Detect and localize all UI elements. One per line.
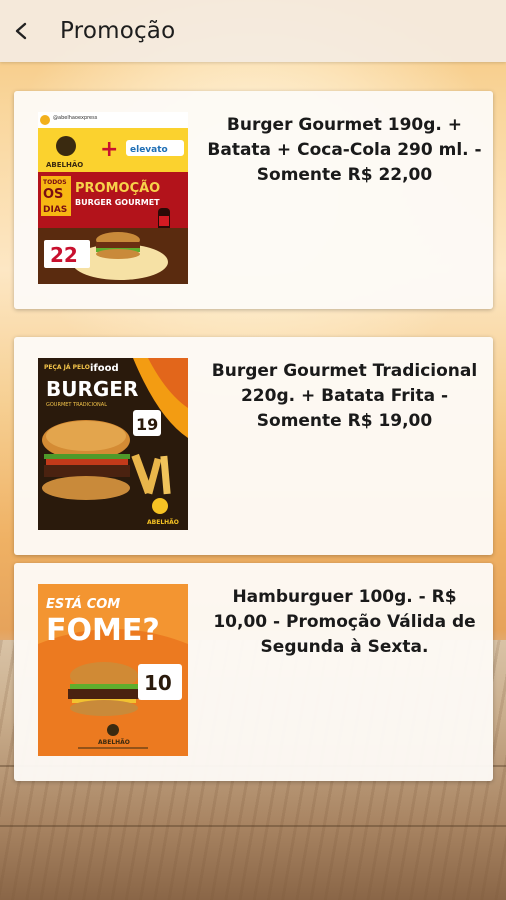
svg-text:22: 22 xyxy=(50,243,78,267)
promotion-card[interactable]: @abelhaoexpress ABELHÃO + elevato TODOS … xyxy=(14,91,493,309)
svg-text:FOME?: FOME? xyxy=(46,613,160,648)
svg-text:OS: OS xyxy=(43,187,63,202)
promotion-flyer-1: @abelhaoexpress ABELHÃO + elevato TODOS … xyxy=(38,112,188,284)
svg-text:GOURMET TRADICIONAL: GOURMET TRADICIONAL xyxy=(46,402,107,408)
svg-text:BURGER: BURGER xyxy=(46,377,138,401)
chevron-left-icon xyxy=(15,22,27,40)
svg-text:+: + xyxy=(100,137,118,162)
svg-text:DIAS: DIAS xyxy=(43,205,67,215)
table-plank-line xyxy=(0,825,506,827)
svg-text:ABELHÃO: ABELHÃO xyxy=(46,160,83,169)
svg-text:ESTÁ COM: ESTÁ COM xyxy=(46,596,120,612)
app-header: Promoção xyxy=(0,0,506,62)
svg-text:@abelhaoexpress: @abelhaoexpress xyxy=(53,115,98,121)
promotion-text: Burger Gourmet 190g. + Batata + Coca-Col… xyxy=(207,115,482,185)
promotion-image[interactable]: PEÇA JÁ PELO ifood BURGER GOURMET TRADIC… xyxy=(38,358,188,530)
svg-text:TODOS: TODOS xyxy=(43,179,67,186)
svg-text:PEÇA JÁ PELO: PEÇA JÁ PELO xyxy=(44,364,90,371)
page-title: Promoção xyxy=(60,18,176,44)
svg-text:BURGER GOURMET: BURGER GOURMET xyxy=(75,198,160,207)
svg-text:PROMOÇÃO: PROMOÇÃO xyxy=(75,180,160,196)
svg-text:elevato: elevato xyxy=(130,145,168,155)
promotion-flyer-2: PEÇA JÁ PELO ifood BURGER GOURMET TRADIC… xyxy=(38,358,188,530)
promotion-flyer-3: ESTÁ COM FOME? 10 ABELHÃO xyxy=(38,584,188,756)
svg-text:ABELHÃO: ABELHÃO xyxy=(147,519,179,526)
back-button[interactable] xyxy=(2,11,42,51)
promotion-image[interactable]: @abelhaoexpress ABELHÃO + elevato TODOS … xyxy=(38,112,188,284)
promotion-card[interactable]: PEÇA JÁ PELO ifood BURGER GOURMET TRADIC… xyxy=(14,337,493,555)
svg-text:ifood: ifood xyxy=(90,363,119,374)
promotion-card[interactable]: ESTÁ COM FOME? 10 ABELHÃO Hamburguer 100… xyxy=(14,563,493,781)
promotion-text: Hamburguer 100g. - R$ 10,00 - Promoção V… xyxy=(213,587,476,657)
svg-text:ABELHÃO: ABELHÃO xyxy=(98,739,130,746)
promotion-text: Burger Gourmet Tradicional 220g. + Batat… xyxy=(211,361,478,431)
svg-text:19: 19 xyxy=(136,415,158,434)
promotion-image[interactable]: ESTÁ COM FOME? 10 ABELHÃO xyxy=(38,584,188,756)
svg-text:10: 10 xyxy=(144,671,172,695)
